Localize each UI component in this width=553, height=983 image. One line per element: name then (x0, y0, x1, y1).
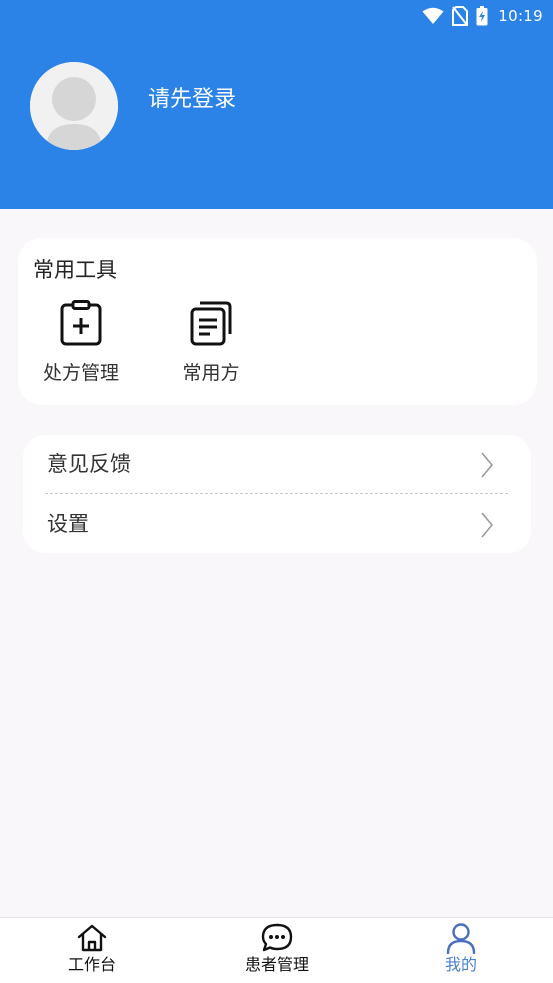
tool-label: 常用方 (182, 362, 240, 384)
menu-item-label: 意见反馈 (47, 452, 131, 476)
menu-item-label: 设置 (47, 512, 89, 536)
home-icon (77, 924, 107, 952)
tool-label: 处方管理 (42, 362, 119, 384)
profile-screen: 10:19 请先登录 常用工具 处方管理 常用方 意见反馈 设置 工作台 患者管… (0, 0, 553, 983)
chat-bubble-icon (261, 923, 293, 952)
nav-label: 我的 (444, 955, 477, 974)
nav-tab-patient-management[interactable]: 患者管理 (217, 922, 337, 976)
profile-header: 10:19 请先登录 (0, 0, 553, 209)
nav-label: 工作台 (67, 955, 116, 974)
tool-common-prescriptions[interactable]: 常用方 (161, 298, 261, 386)
nav-tab-workbench[interactable]: 工作台 (32, 922, 152, 976)
person-icon (446, 923, 476, 954)
avatar[interactable] (30, 62, 118, 150)
menu-item-feedback[interactable]: 意见反馈 (23, 435, 531, 493)
menu-divider (45, 493, 508, 494)
documents-stack-icon (190, 301, 232, 346)
status-time: 10:19 (498, 7, 543, 25)
chevron-right-icon (481, 452, 493, 478)
default-avatar-icon (30, 62, 118, 150)
menu-item-settings[interactable]: 设置 (23, 495, 531, 553)
tool-prescription-management[interactable]: 处方管理 (31, 298, 131, 386)
login-prompt[interactable]: 请先登录 (148, 86, 236, 114)
tools-title: 常用工具 (33, 258, 117, 282)
menu-card: 意见反馈 设置 (23, 435, 531, 553)
nav-label: 患者管理 (244, 955, 309, 974)
no-sim-icon (452, 6, 469, 26)
status-bar: 10:19 (422, 4, 543, 28)
wifi-icon (422, 7, 444, 24)
bottom-nav: 工作台 患者管理 我的 (0, 917, 553, 983)
nav-tab-mine[interactable]: 我的 (401, 922, 521, 976)
chevron-right-icon (481, 512, 493, 538)
prescription-clipboard-icon (60, 300, 102, 346)
battery-charging-icon (476, 6, 488, 26)
common-tools-card: 常用工具 处方管理 常用方 (18, 238, 537, 405)
